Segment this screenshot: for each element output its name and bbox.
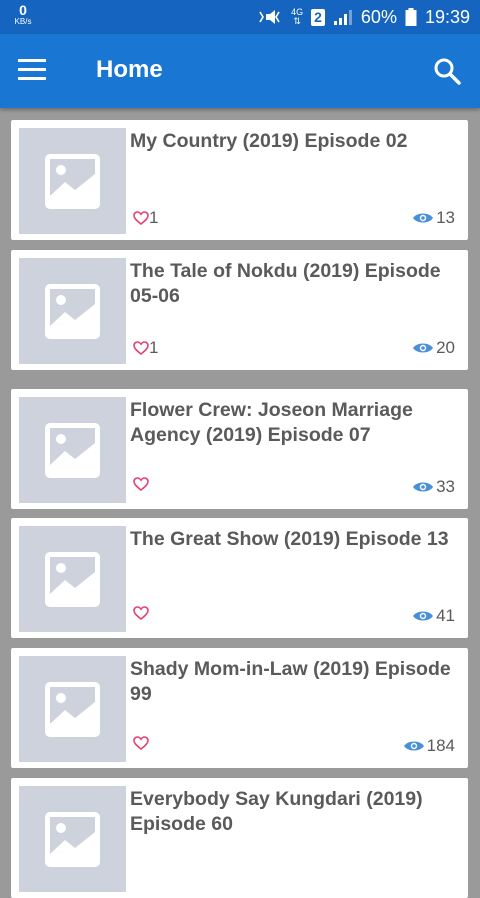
signal-bars-icon: [333, 10, 352, 25]
heart-icon: [133, 211, 149, 225]
view-count: 41: [412, 606, 455, 626]
battery-icon: [405, 8, 417, 26]
search-icon[interactable]: [432, 56, 462, 86]
heart-icon: [133, 477, 149, 491]
like-count: 1: [149, 338, 159, 357]
menu-button[interactable]: [18, 59, 46, 83]
image-placeholder-icon: [45, 154, 100, 209]
page-title: Home: [96, 56, 163, 83]
thumbnail-placeholder: [19, 397, 126, 503]
view-count-value: 13: [436, 208, 455, 227]
episode-title: Flower Crew: Joseon Marriage Agency (201…: [130, 399, 413, 446]
view-count-value: 20: [436, 338, 455, 357]
image-placeholder-icon: [45, 682, 100, 737]
eye-icon: [413, 343, 434, 353]
mute-vibrate-icon: [259, 10, 280, 24]
image-placeholder-icon: [45, 552, 100, 607]
app-bar: Home: [0, 34, 480, 108]
network-speed-unit: KB/s: [14, 17, 32, 26]
like-button[interactable]: [133, 477, 149, 491]
episode-card[interactable]: The Tale of Nokdu (2019) Episode 05-06 1…: [11, 250, 468, 370]
episode-card[interactable]: Shady Mom-in-Law (2019) Episode 99 184: [11, 648, 468, 768]
status-bar: 0 KB/s 4G ⇅ 2 60% 19:39: [0, 0, 480, 34]
episode-card[interactable]: Flower Crew: Joseon Marriage Agency (201…: [11, 389, 468, 509]
like-button[interactable]: 1: [133, 208, 158, 228]
view-count: 13: [412, 208, 455, 228]
episode-title: My Country (2019) Episode 02: [130, 130, 408, 152]
battery-percent: 60%: [360, 6, 397, 27]
menu-icon: [18, 59, 46, 80]
thumbnail-placeholder: [19, 526, 126, 632]
episode-title: Everybody Say Kungdari (2019) Episode 60: [130, 788, 423, 835]
like-button[interactable]: [133, 606, 149, 620]
sim-slot-badge: 2: [311, 8, 325, 26]
episode-card[interactable]: My Country (2019) Episode 02 1 13: [11, 120, 468, 240]
image-placeholder-icon: [45, 284, 100, 339]
heart-icon: [133, 736, 149, 750]
thumbnail-placeholder: [19, 786, 126, 892]
network-activity-arrows: ⇅: [293, 16, 301, 26]
clock: 19:39: [424, 6, 470, 27]
image-placeholder-icon: [45, 423, 100, 478]
network-speed-value: 0: [19, 2, 27, 18]
episode-card[interactable]: The Great Show (2019) Episode 13 41: [11, 518, 468, 638]
like-count: 1: [149, 208, 159, 227]
view-count: 20: [412, 338, 455, 358]
eye-icon: [403, 741, 424, 751]
network-speed: 0 KB/s: [8, 3, 38, 26]
like-button[interactable]: 1: [133, 338, 158, 358]
eye-icon: [413, 213, 434, 223]
heart-icon: [133, 606, 149, 620]
image-placeholder-icon: [45, 812, 100, 867]
view-count: 184: [403, 736, 455, 756]
network-type: 4G ⇅: [291, 8, 303, 26]
like-button[interactable]: [133, 736, 149, 750]
thumbnail-placeholder: [19, 258, 126, 364]
view-count-value: 184: [426, 736, 455, 755]
thumbnail-placeholder: [19, 128, 126, 234]
episode-title: The Tale of Nokdu (2019) Episode 05-06: [130, 260, 441, 307]
thumbnail-placeholder: [19, 656, 126, 762]
episode-title: Shady Mom-in-Law (2019) Episode 99: [130, 658, 451, 705]
episode-title: The Great Show (2019) Episode 13: [130, 528, 449, 550]
episode-card[interactable]: Everybody Say Kungdari (2019) Episode 60: [11, 778, 468, 898]
view-count-value: 41: [436, 606, 455, 625]
eye-icon: [413, 611, 434, 621]
eye-icon: [413, 482, 434, 492]
heart-icon: [133, 341, 149, 355]
view-count-value: 33: [436, 477, 455, 496]
view-count: 33: [412, 477, 455, 497]
